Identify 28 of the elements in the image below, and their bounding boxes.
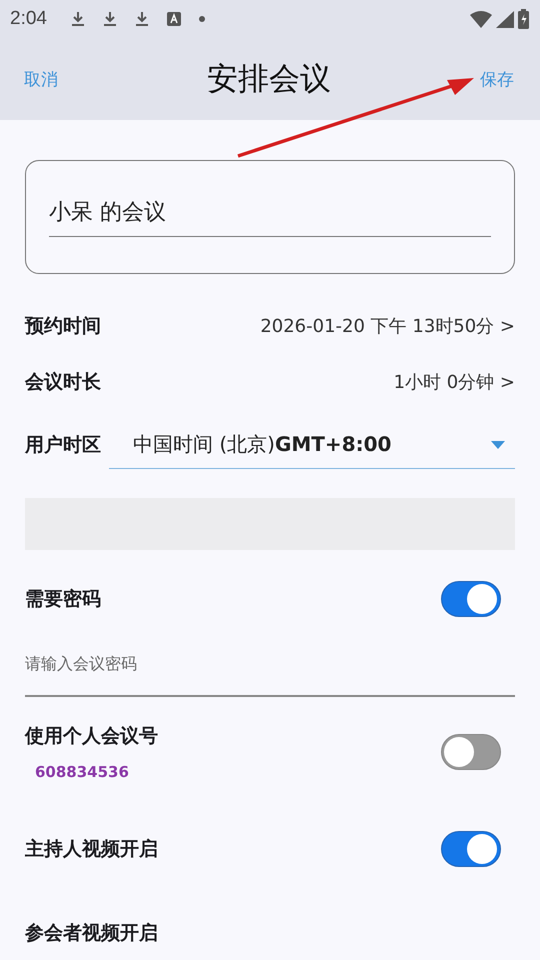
download-icon — [70, 11, 85, 27]
setting-value[interactable]: 1小时 0分钟 > — [394, 370, 515, 394]
signal-icon — [496, 10, 514, 28]
option-label: 主持人视频开启 — [25, 837, 158, 862]
option-label: 参会者视频开启 — [25, 921, 158, 946]
status-time: 2:04 — [10, 8, 47, 30]
setting-label: 会议时长 — [25, 370, 101, 395]
dot-icon — [198, 16, 205, 22]
toggle-switch[interactable] — [441, 581, 501, 617]
option-label: 使用个人会议号 — [25, 724, 158, 749]
timezone-label: 用户时区 — [25, 433, 101, 458]
toggle-switch[interactable] — [441, 734, 501, 770]
password-field[interactable]: 请输入会议密码 — [25, 648, 515, 697]
topic-card[interactable]: 小呆 的会议 — [25, 160, 515, 274]
battery-icon — [518, 9, 529, 29]
meeting-number: 608834536 — [34, 763, 130, 781]
keyboard-app-icon — [166, 12, 181, 26]
page-title: 安排会议 — [207, 60, 331, 99]
download-icon — [134, 11, 149, 27]
timezone-dropdown[interactable]: 中国时间 (北京)GMT+8:00 — [109, 422, 515, 468]
setting-label: 预约时间 — [25, 314, 101, 339]
wifi-icon — [470, 10, 492, 28]
option-label: 需要密码 — [25, 587, 101, 612]
topic-field[interactable]: 小呆 的会议 — [49, 189, 491, 237]
dropdown-caret-icon — [491, 440, 505, 448]
download-icon — [102, 11, 117, 27]
setting-value[interactable]: 2026-01-20 下午 13时50分 > — [260, 314, 515, 338]
toggle-switch[interactable] — [441, 831, 501, 867]
